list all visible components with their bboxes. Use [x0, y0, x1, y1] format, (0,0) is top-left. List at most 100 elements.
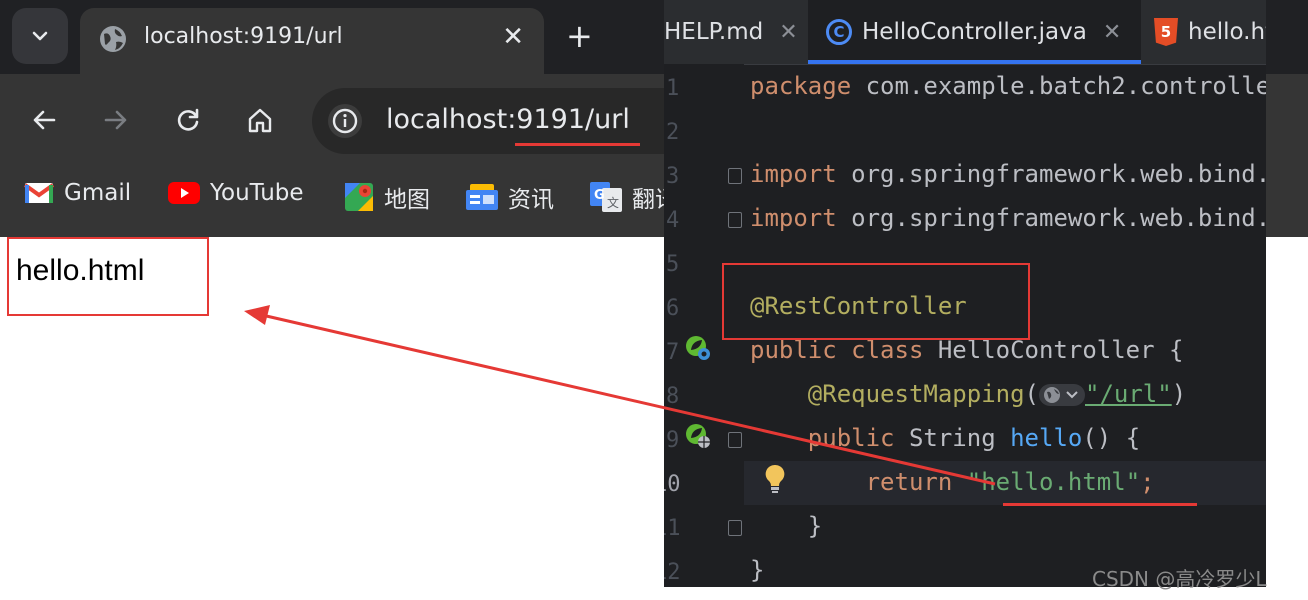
code-keyword: package	[750, 72, 852, 100]
line-number: 10	[664, 472, 681, 497]
arrow-right-icon	[104, 110, 127, 130]
code-line-11[interactable]: }	[750, 512, 822, 540]
spring-endpoint-icon[interactable]	[684, 422, 712, 450]
code-keyword: import	[750, 204, 837, 232]
translate-icon: G文	[590, 182, 622, 212]
gmail-icon	[24, 183, 54, 203]
editor-tab-label: hello.html	[1188, 19, 1266, 45]
bookmarks-bar: Gmail YouTube 地图 资讯 G文 翻译	[0, 174, 680, 220]
bookmark-news[interactable]: 资讯	[466, 180, 554, 214]
home-icon	[248, 108, 272, 133]
close-tab-icon[interactable]: ✕	[502, 22, 524, 52]
code-keyword: return	[865, 468, 953, 496]
tab-title: localhost:9191/url	[144, 24, 343, 49]
editor-tab-hello-html[interactable]: 5 hello.html	[1154, 0, 1266, 64]
line-number: 12	[664, 560, 681, 585]
code-method-name: hello	[1010, 424, 1083, 452]
return-value-underline	[1003, 503, 1197, 506]
url-annotation-underline	[515, 143, 640, 146]
line-number: 3	[666, 164, 680, 189]
code-line-12[interactable]: }	[750, 556, 764, 584]
youtube-icon	[168, 182, 200, 204]
info-icon	[332, 108, 358, 134]
code-line-1[interactable]: package com.example.batch2.controller;	[750, 72, 1266, 100]
bookmark-label: YouTube	[210, 180, 304, 206]
line-number: 8	[666, 384, 680, 409]
line-number: 4	[666, 208, 680, 233]
code-text: () {	[1082, 424, 1141, 452]
editor-tab-label: HelloController.java	[862, 19, 1087, 45]
code-text: }	[750, 512, 823, 540]
line-number: 7	[666, 340, 680, 365]
code-text: }	[750, 556, 765, 584]
code-annotation: @RequestMapping	[807, 380, 1025, 408]
code-line-7[interactable]: public class HelloController {	[750, 336, 1183, 364]
annotation-highlight-box	[722, 263, 1030, 340]
line-number: 5	[666, 252, 680, 277]
bookmark-youtube[interactable]: YouTube	[168, 180, 304, 206]
arrow-left-icon	[33, 110, 56, 130]
home-button[interactable]	[240, 100, 280, 140]
code-text: String	[894, 424, 1011, 452]
forward-button[interactable]	[96, 100, 136, 140]
editor-tab-hellocontroller[interactable]: C HelloController.java ✕	[808, 0, 1142, 64]
reload-icon	[177, 108, 199, 131]
code-semicolon: ;	[1140, 468, 1155, 496]
globe-dropdown-icon[interactable]	[1039, 383, 1085, 407]
bookmark-label: 资讯	[508, 187, 554, 213]
code-line-4[interactable]: import org.springframework.web.bind.anno…	[750, 204, 1266, 232]
url-host: localhost	[386, 104, 508, 135]
code-keyword: import	[750, 160, 837, 188]
java-class-icon: C	[826, 19, 852, 45]
chevron-down-icon	[32, 31, 48, 41]
spring-bean-icon[interactable]	[684, 334, 712, 362]
browser-tab-active[interactable]: localhost:9191/url ✕	[80, 8, 544, 74]
fold-marker-icon[interactable]	[728, 432, 742, 448]
fold-marker-icon[interactable]	[728, 520, 742, 536]
code-line-9[interactable]: public String hello() {	[750, 424, 1140, 452]
line-number: 11	[664, 516, 681, 541]
svg-text:文: 文	[607, 195, 619, 210]
html5-icon: 5	[1154, 18, 1178, 46]
new-tab-button[interactable]: +	[566, 18, 593, 54]
code-line-8[interactable]: @RequestMapping( "/url")	[750, 380, 1186, 408]
code-text: (	[1024, 380, 1039, 408]
bookmark-label: 地图	[384, 187, 430, 213]
fold-marker-icon[interactable]	[728, 212, 742, 228]
bookmark-maps[interactable]: 地图	[344, 180, 430, 214]
tab-search-button[interactable]	[12, 8, 68, 64]
back-button[interactable]	[24, 100, 64, 140]
reload-button[interactable]	[168, 100, 208, 140]
line-number: 2	[666, 120, 680, 145]
editor-tab-label: HELP.md	[664, 19, 764, 45]
code-text: HelloController {	[923, 336, 1184, 364]
news-icon	[466, 184, 498, 210]
code-line-10[interactable]: return "hello.html";	[750, 468, 1155, 496]
code-line-3[interactable]: import org.springframework.web.bind.anno…	[750, 160, 1266, 188]
watermark: CSDN @高冷罗少L	[1092, 567, 1267, 591]
editor-tab-help-md[interactable]: HELP.md ✕	[664, 0, 798, 64]
close-icon[interactable]: ✕	[779, 20, 797, 45]
code-text: org.springframework.web.bind.annotation.…	[851, 160, 1266, 188]
line-number: 9	[666, 428, 680, 453]
code-string: "/url"	[1085, 380, 1172, 408]
globe-icon	[100, 26, 126, 52]
url-path: :9191/url	[507, 104, 630, 135]
line-number: 1	[666, 76, 680, 101]
code-text: org.springframework.web.bind.annotation.…	[851, 204, 1266, 232]
fold-marker-icon[interactable]	[728, 168, 742, 184]
bookmark-gmail[interactable]: Gmail	[24, 180, 131, 206]
code-text: )	[1171, 380, 1187, 408]
lightbulb-icon[interactable]	[764, 464, 786, 494]
editor-tab-bar: HELP.md ✕ C HelloController.java ✕ 5 hel…	[664, 0, 1266, 65]
code-keyword: public	[807, 424, 895, 452]
code-text: com.example.batch2.controller;	[851, 72, 1266, 100]
code-keyword: public class	[750, 336, 924, 364]
bookmark-label: Gmail	[64, 180, 132, 206]
url-text[interactable]: localhost:9191/url	[386, 104, 630, 135]
site-info-button[interactable]	[328, 104, 362, 138]
close-icon[interactable]: ✕	[1103, 20, 1121, 45]
